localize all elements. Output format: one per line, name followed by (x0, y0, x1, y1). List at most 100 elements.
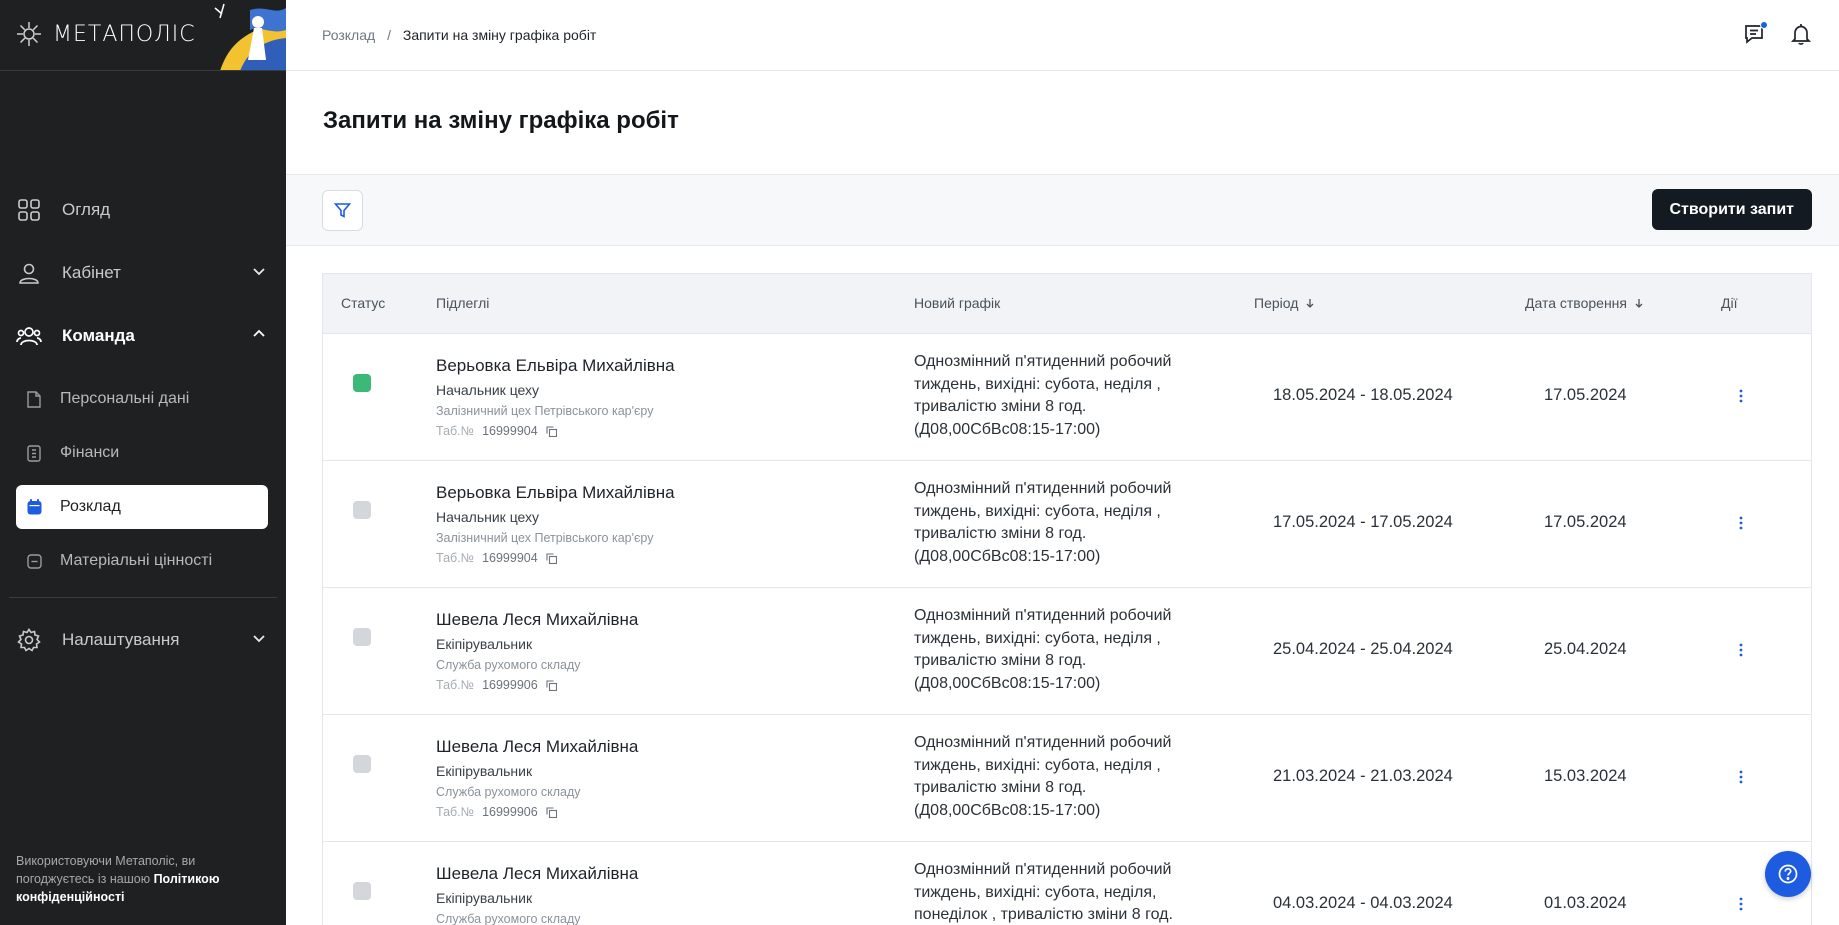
sidebar-item-team[interactable]: Команда (16, 314, 270, 358)
tab-number: 16999906 (482, 805, 538, 819)
more-actions-icon[interactable] (1731, 384, 1751, 408)
created-date: 15.03.2024 (1544, 767, 1627, 785)
period: 18.05.2024 - 18.05.2024 (1273, 386, 1453, 404)
employee-tab-number: Таб.№ 16999906 (436, 805, 638, 819)
calendar-icon (26, 498, 42, 516)
created-date: 17.05.2024 (1544, 386, 1627, 404)
employee-tab-number: Таб.№ 16999904 (436, 551, 675, 565)
breadcrumb-parent[interactable]: Розклад (322, 27, 375, 43)
sidebar-item-schedule[interactable]: Розклад (16, 485, 268, 529)
employee-tab-number: Таб.№ 16999904 (436, 424, 675, 438)
copy-icon[interactable] (546, 679, 557, 691)
table-row[interactable]: Шевела Леся Михайлівна Екіпірувальник Сл… (323, 842, 1811, 925)
employee-department: Залізничний цех Петрівського кар'єру (436, 404, 654, 418)
logo-bar: МЕТАПОЛІС (0, 0, 286, 71)
more-actions-icon[interactable] (1731, 511, 1751, 535)
privacy-note: Використовуючи Метаполіс, ви погоджуєтес… (16, 852, 256, 906)
table-row[interactable]: Шевела Леся Михайлівна Екіпірувальник Сл… (323, 588, 1811, 715)
sidebar-item-label: Персональні дані (60, 390, 190, 407)
employee-cell: Шевела Леся Михайлівна Екіпірувальник Сл… (436, 737, 638, 819)
header-employee: Підлеглі (436, 295, 490, 311)
employee-cell: Верьовка Ельвіра Михайлівна Начальник це… (436, 483, 675, 565)
header-period-label: Період (1254, 295, 1299, 311)
gear-icon (16, 627, 42, 653)
employee-department: Залізничний цех Петрівського кар'єру (436, 531, 654, 545)
status-indicator (353, 628, 371, 646)
assets-icon (26, 552, 42, 570)
sidebar-item-label: Огляд (62, 200, 111, 219)
page-title: Запити на зміну графіка робіт (323, 107, 679, 134)
sort-arrow-down-icon (1635, 299, 1643, 308)
header-created-label: Дата створення (1525, 295, 1627, 311)
table-row[interactable]: Верьовка Ельвіра Михайлівна Начальник це… (323, 334, 1811, 461)
created-date: 01.03.2024 (1544, 894, 1627, 912)
logo-text: МЕТАПОЛІС (53, 21, 196, 47)
logo-illustration (210, 0, 286, 70)
sidebar-item-cabinet[interactable]: Кабінет (16, 251, 270, 295)
table-row[interactable]: Шевела Леся Михайлівна Екіпірувальник Сл… (323, 715, 1811, 842)
created-date: 17.05.2024 (1544, 513, 1627, 531)
header-period[interactable]: Період (1254, 295, 1316, 311)
sidebar-item-label: Команда (62, 326, 135, 345)
table-row[interactable]: Верьовка Ельвіра Михайлівна Начальник це… (323, 461, 1811, 588)
employee-cell: Верьовка Ельвіра Михайлівна Начальник це… (436, 356, 675, 438)
employee-name: Шевела Леся Михайлівна (436, 610, 639, 629)
sidebar: МЕТАПОЛІС Огляд Кабінет Команда Персонал… (0, 0, 286, 925)
breadcrumb-separator: / (387, 27, 391, 43)
logo[interactable]: МЕТАПОЛІС (15, 20, 196, 48)
messages-icon[interactable] (1743, 21, 1768, 46)
sidebar-item-label: Фінанси (60, 444, 120, 461)
employee-department: Служба рухомого складу (436, 785, 581, 799)
copy-icon[interactable] (546, 806, 557, 818)
header-created[interactable]: Дата створення (1525, 295, 1645, 311)
copy-icon[interactable] (546, 552, 557, 564)
header-schedule: Новий графік (914, 295, 1001, 311)
employee-cell: Шевела Леся Михайлівна Екіпірувальник Сл… (436, 610, 638, 692)
employee-name: Верьовка Ельвіра Михайлівна (436, 356, 675, 375)
sidebar-item-settings[interactable]: Налаштування (16, 618, 270, 662)
filter-icon (334, 203, 351, 218)
document-icon (26, 390, 42, 408)
copy-icon[interactable] (546, 425, 557, 437)
employee-name: Шевела Леся Михайлівна (436, 737, 639, 756)
more-actions-icon[interactable] (1731, 638, 1751, 662)
logo-icon (17, 22, 41, 46)
breadcrumb-current: Запити на зміну графіка робіт (402, 27, 597, 43)
notification-dot (1760, 21, 1768, 29)
employee-position: Екіпірувальник (436, 890, 533, 906)
team-icon (16, 323, 42, 349)
sidebar-item-label: Налаштування (62, 630, 180, 649)
requests-table: Статус Підлеглі Новий графік Період Дата… (322, 273, 1812, 925)
employee-name: Шевела Леся Михайлівна (436, 864, 639, 883)
table-header: Статус Підлеглі Новий графік Період Дата… (323, 274, 1811, 334)
help-icon (1778, 864, 1798, 884)
tab-number: 16999904 (482, 551, 538, 565)
sidebar-item-assets[interactable]: Матеріальні цінності (16, 539, 268, 583)
status-indicator (353, 755, 371, 773)
filter-button[interactable] (322, 190, 363, 231)
sidebar-item-personal-data[interactable]: Персональні дані (16, 377, 268, 421)
tab-label: Таб.№ (436, 551, 475, 565)
status-indicator (353, 374, 371, 392)
header-status: Статус (341, 295, 386, 311)
sidebar-item-label: Кабінет (62, 263, 121, 282)
sidebar-item-finance[interactable]: Фінанси (16, 431, 268, 475)
employee-position: Екіпірувальник (436, 636, 533, 652)
help-button[interactable] (1765, 851, 1811, 897)
new-schedule: Однозмінний п'ятиденний робочий тиждень,… (914, 607, 1172, 692)
toolbar: Створити запит (286, 174, 1839, 246)
more-actions-icon[interactable] (1731, 892, 1751, 916)
tab-label: Таб.№ (436, 805, 475, 819)
header-actions: Дії (1721, 295, 1738, 311)
tab-label: Таб.№ (436, 678, 475, 692)
period: 21.03.2024 - 21.03.2024 (1273, 767, 1453, 785)
sidebar-divider (9, 597, 277, 598)
period: 25.04.2024 - 25.04.2024 (1273, 640, 1453, 658)
bell-icon[interactable] (1789, 22, 1813, 46)
more-actions-icon[interactable] (1731, 765, 1751, 789)
sidebar-item-overview[interactable]: Огляд (16, 188, 270, 232)
finance-icon (26, 444, 42, 462)
chevron-down-icon (252, 630, 266, 650)
grid-icon (16, 197, 42, 223)
create-request-button[interactable]: Створити запит (1651, 189, 1812, 230)
